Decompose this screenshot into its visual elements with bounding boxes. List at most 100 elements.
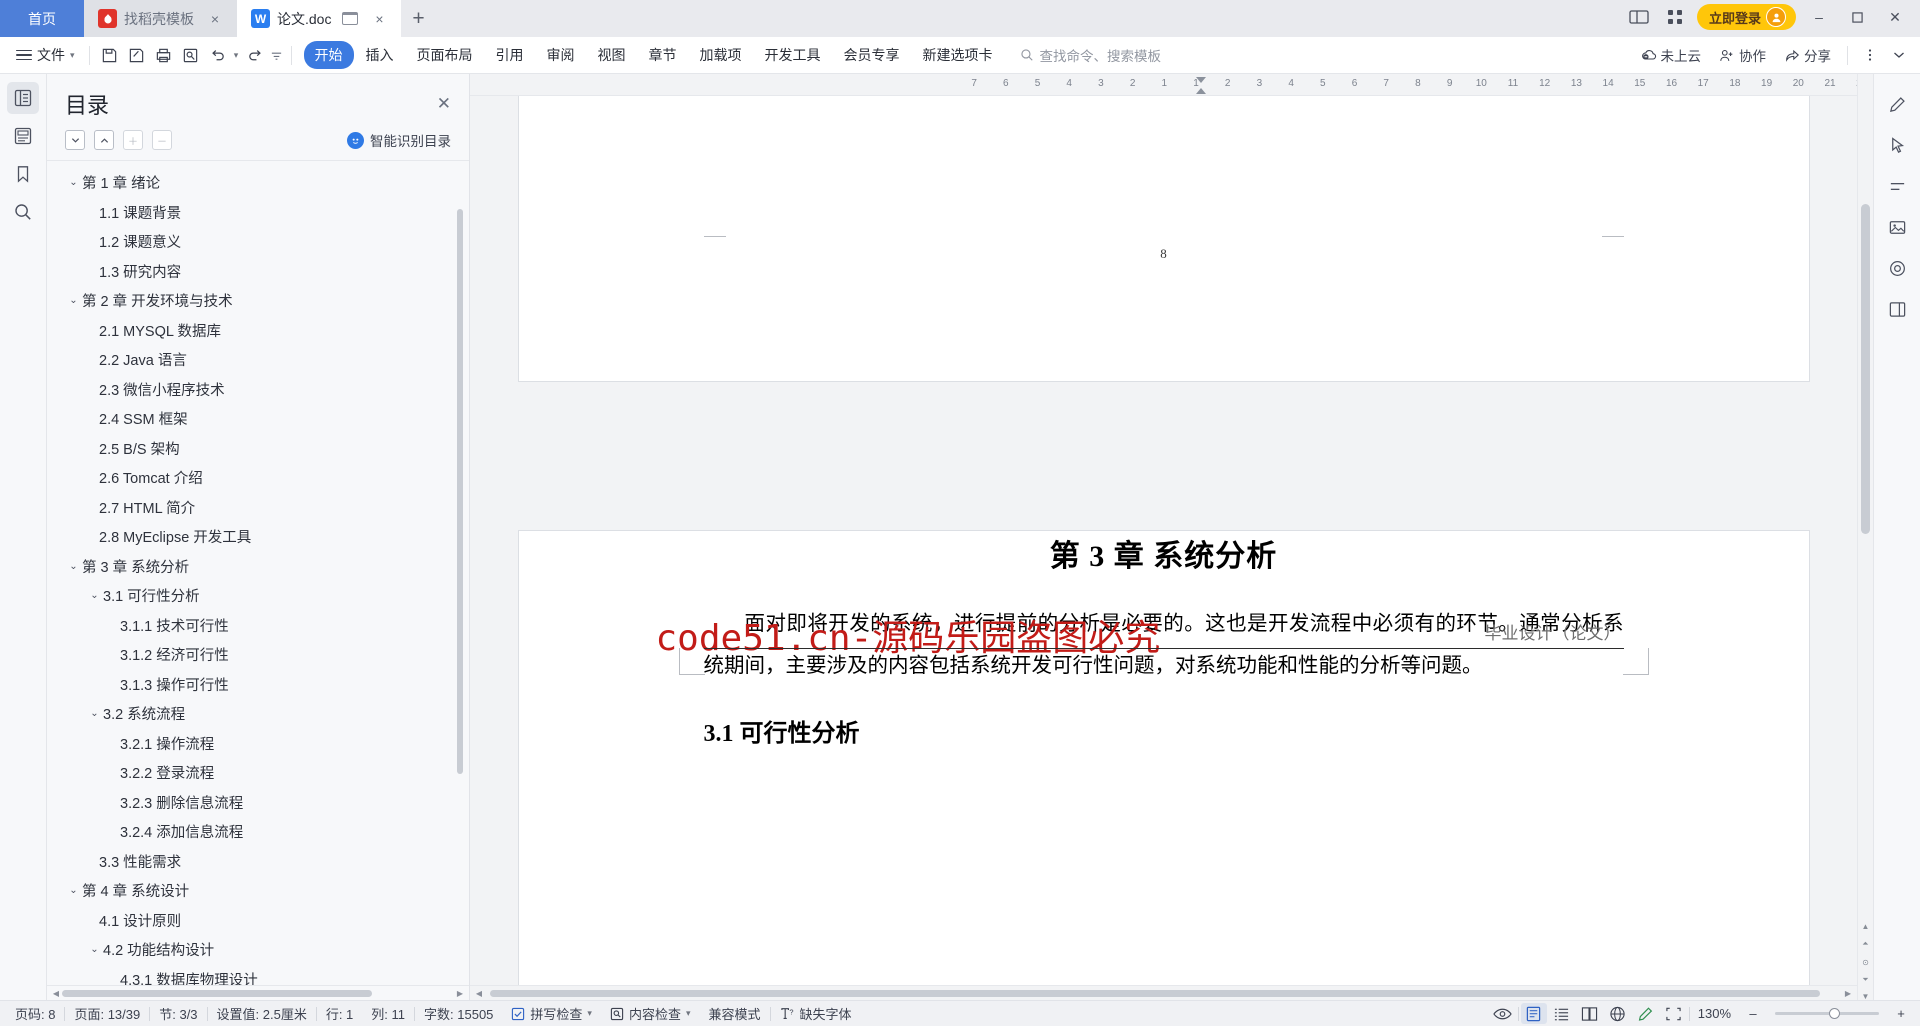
focus-icon[interactable] <box>1661 1003 1687 1024</box>
status-line[interactable]: 行: 1 <box>317 1004 362 1023</box>
ribbon-tab-insert[interactable]: 插入 <box>355 41 405 69</box>
status-page-number[interactable]: 页码: 8 <box>6 1004 64 1023</box>
ribbon-tab-new[interactable]: 新建选项卡 <box>912 41 1004 69</box>
file-menu-button[interactable]: 文件 ▾ <box>8 45 83 65</box>
undo-icon[interactable] <box>204 42 231 69</box>
horizontal-ruler[interactable]: 7 6 5 4 3 2 1 1 2 3 4 5 6 7 8 9 10 11 12 13 14 15 16 17 18 19 20 21… <box>470 74 1857 96</box>
collapse-ribbon-icon[interactable] <box>1885 42 1912 69</box>
customize-quick-access-icon[interactable] <box>269 42 285 69</box>
ribbon-tab-start[interactable]: 开始 <box>303 41 354 69</box>
toc-item[interactable]: ⌄ 第 1 章 绪论 <box>47 168 469 198</box>
toc-hscroll-track[interactable] <box>62 989 454 997</box>
toc-item[interactable]: 1.1 课题背景 <box>47 198 469 228</box>
toc-item[interactable]: 2.1 MYSQL 数据库 <box>47 316 469 346</box>
toc-item[interactable]: 4.3.1 数据库物理设计 <box>47 965 469 985</box>
chevron-down-icon[interactable]: ⌄ <box>65 885 82 896</box>
next-page-icon[interactable]: ⏷ <box>1858 972 1873 988</box>
chevron-down-icon[interactable]: ⌄ <box>86 590 103 601</box>
scroll-left-icon[interactable]: ◀ <box>50 989 62 998</box>
close-icon[interactable]: ✕ <box>437 94 451 114</box>
scroll-up-icon[interactable]: ▲ <box>1858 918 1873 934</box>
shape-icon[interactable] <box>1881 252 1913 284</box>
toc-horizontal-scrollbar[interactable]: ◀ ▶ <box>47 985 469 1000</box>
toc-list[interactable]: ⌄ 第 1 章 绪论 1.1 课题背景 1.2 课题意义 1.3 研究内容 ⌄ … <box>47 160 469 985</box>
toc-item[interactable]: 4.1 设计原则 <box>47 906 469 936</box>
document-heading-1[interactable]: 第 3 章 系统分析 <box>704 531 1624 575</box>
split-view-icon[interactable] <box>1625 5 1653 29</box>
login-button[interactable]: 立即登录 <box>1696 4 1796 30</box>
ribbon-tab-view[interactable]: 视图 <box>587 41 637 69</box>
tab-document-restore-icon[interactable] <box>342 12 359 25</box>
tab-home[interactable]: 首页 <box>0 0 84 37</box>
document-vertical-scrollbar[interactable]: ▲ ⏶ ⊙ ⏷ ▼ <box>1857 74 1873 1001</box>
toc-item[interactable]: ⌄ 3.1 可行性分析 <box>47 581 469 611</box>
toc-item[interactable]: 2.8 MyEclipse 开发工具 <box>47 522 469 552</box>
undo-dropdown-icon[interactable]: ▾ <box>231 42 242 69</box>
new-tab-button[interactable]: + <box>401 0 435 37</box>
save-icon[interactable] <box>96 42 123 69</box>
ribbon-tab-addins[interactable]: 加载项 <box>689 41 753 69</box>
scroll-right-icon[interactable]: ▶ <box>1842 989 1854 998</box>
toc-item[interactable]: ⌄ 第 4 章 系统设计 <box>47 876 469 906</box>
chevron-down-icon[interactable]: ⌄ <box>65 295 82 306</box>
doc-hscroll-thumb[interactable] <box>490 989 1820 997</box>
toc-item[interactable]: 3.1.2 经济可行性 <box>47 640 469 670</box>
document-page-1[interactable]: 8 <box>518 96 1809 381</box>
tab-document[interactable]: W 论文.doc × <box>237 0 402 37</box>
status-setting-value[interactable]: 设置值: 2.5厘米 <box>208 1004 316 1023</box>
thumbnail-icon[interactable] <box>7 120 39 152</box>
toc-item[interactable]: 3.3 性能需求 <box>47 847 469 877</box>
toc-item[interactable]: 2.6 Tomcat 介绍 <box>47 463 469 493</box>
document-heading-2[interactable]: 3.1 可行性分析 <box>704 713 1624 748</box>
print-icon[interactable] <box>150 42 177 69</box>
toc-item[interactable]: ⌄ 第 2 章 开发环境与技术 <box>47 286 469 316</box>
doc-hscroll-track[interactable] <box>485 989 1842 997</box>
ribbon-tab-review[interactable]: 审阅 <box>536 41 586 69</box>
layout-icon[interactable] <box>1881 293 1913 325</box>
compat-mode-label[interactable]: 兼容模式 <box>700 1004 770 1023</box>
cursor-icon[interactable] <box>1881 129 1913 161</box>
zoom-in-button[interactable]: + <box>1888 1003 1914 1024</box>
window-close-button[interactable]: ✕ <box>1880 0 1910 36</box>
redo-icon[interactable] <box>242 42 269 69</box>
toc-item[interactable]: 2.2 Java 语言 <box>47 345 469 375</box>
search-icon[interactable] <box>7 196 39 228</box>
indent-marker-top[interactable] <box>1196 77 1206 83</box>
zoom-slider-knob[interactable] <box>1829 1008 1840 1019</box>
page-view-icon[interactable] <box>1520 1003 1547 1024</box>
toc-hscroll-thumb[interactable] <box>62 989 372 997</box>
chevron-down-icon[interactable]: ⌄ <box>65 561 82 572</box>
smart-toc-button[interactable]: 智能识别目录 <box>347 130 451 150</box>
save-as-icon[interactable] <box>123 42 150 69</box>
missing-font-button[interactable]: ? 缺失字体 <box>771 1004 861 1023</box>
collaborate-button[interactable]: 协作 <box>1711 41 1774 69</box>
zoom-level-label[interactable]: 130% <box>1698 1006 1731 1021</box>
eye-icon[interactable] <box>1490 1003 1516 1024</box>
chevron-down-icon[interactable]: ▾ <box>686 1008 691 1019</box>
chevron-down-icon[interactable]: ⌄ <box>86 708 103 719</box>
zoom-out-button[interactable]: – <box>1740 1003 1766 1024</box>
toc-item[interactable]: 1.2 课题意义 <box>47 227 469 257</box>
status-word-count[interactable]: 字数: 15505 <box>415 1004 502 1023</box>
cloud-status-button[interactable]: 未上云 <box>1633 41 1710 69</box>
toc-item[interactable]: 3.2.1 操作流程 <box>47 729 469 759</box>
chevron-down-icon[interactable]: ⌄ <box>86 944 103 955</box>
indent-marker-bottom[interactable] <box>1196 88 1206 94</box>
plus-icon[interactable]: ＋ <box>123 130 143 150</box>
more-vertical-icon[interactable] <box>1856 42 1883 69</box>
lines-icon[interactable] <box>1881 170 1913 202</box>
status-column[interactable]: 列: 11 <box>362 1004 414 1023</box>
window-minimize-button[interactable]: – <box>1804 0 1834 36</box>
bookmark-icon[interactable] <box>7 158 39 190</box>
select-browse-object-icon[interactable]: ⊙ <box>1858 954 1873 970</box>
window-maximize-button[interactable] <box>1842 0 1872 36</box>
toc-item[interactable]: 2.7 HTML 简介 <box>47 493 469 523</box>
outline-view-icon[interactable] <box>1549 1003 1575 1024</box>
toc-item[interactable]: 3.1.1 技术可行性 <box>47 611 469 641</box>
toc-vertical-scrollbar[interactable] <box>457 209 463 774</box>
chevron-down-icon[interactable]: ⌄ <box>65 177 82 188</box>
toc-item[interactable]: 3.2.4 添加信息流程 <box>47 817 469 847</box>
document-page-2[interactable]: code51.cn-源码乐园盗图必究 毕业设计（论文） 第 3 章 系统分析 面… <box>518 531 1809 985</box>
document-vscroll-thumb[interactable] <box>1861 204 1870 534</box>
scroll-left-icon[interactable]: ◀ <box>473 989 485 998</box>
